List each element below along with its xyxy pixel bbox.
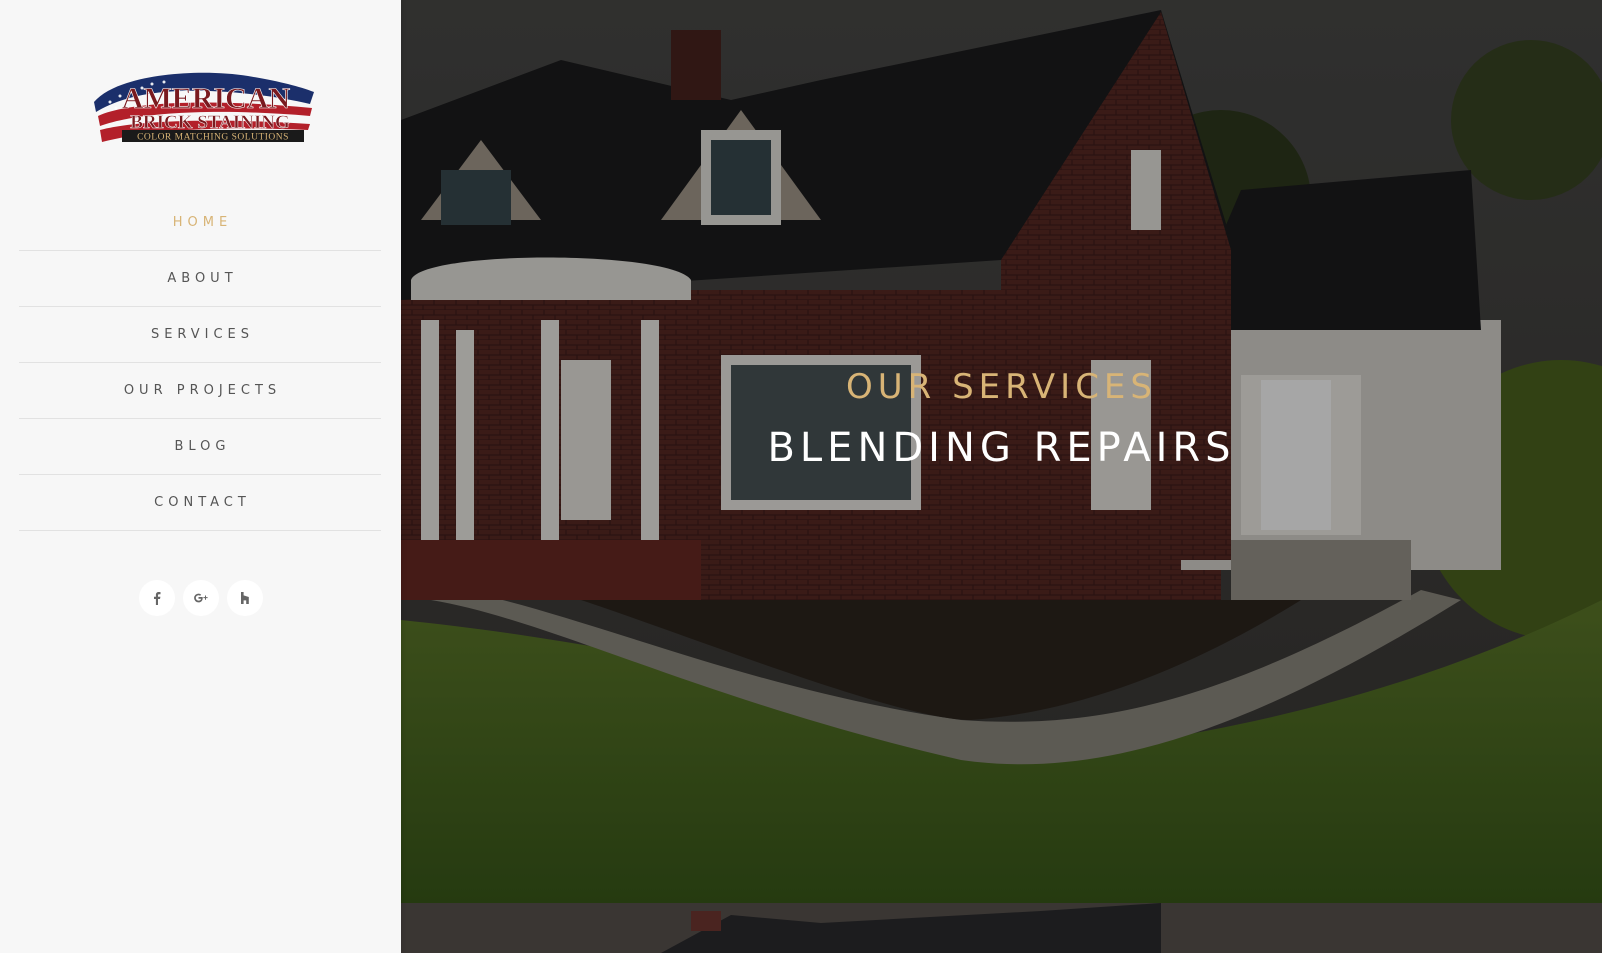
houzz-icon[interactable] [226, 580, 263, 616]
hero-slide: OUR SERVICES BLENDING REPAIRS [401, 0, 1602, 903]
logo-text-american: AMERICAN [122, 82, 291, 115]
hero-title: BLENDING REPAIRS [767, 425, 1236, 471]
brand-logo[interactable]: AMERICAN BRICK STAINING COLOR MATCHING S… [88, 72, 316, 152]
nav-item-about[interactable]: ABOUT [19, 251, 381, 307]
nav-item-our-projects[interactable]: OUR PROJECTS [19, 363, 381, 419]
nav-item-contact[interactable]: CONTACT [19, 475, 381, 531]
logo-text-tagline: COLOR MATCHING SOLUTIONS [137, 133, 289, 143]
nav-item-services[interactable]: SERVICES [19, 307, 381, 363]
nav-item-blog[interactable]: BLOG [19, 419, 381, 475]
sidebar: AMERICAN BRICK STAINING COLOR MATCHING S… [0, 0, 401, 953]
hero-subtitle: OUR SERVICES [846, 367, 1157, 407]
next-slide-peek [401, 903, 1602, 953]
logo-graphic: AMERICAN BRICK STAINING COLOR MATCHING S… [94, 72, 314, 143]
hero-caption: OUR SERVICES BLENDING REPAIRS [401, 367, 1602, 471]
nav-item-home[interactable]: HOME [19, 195, 381, 251]
google-plus-glyph [193, 593, 208, 603]
next-slide-image [401, 903, 1602, 953]
houzz-glyph [240, 592, 249, 604]
main-nav: HOME ABOUT SERVICES OUR PROJECTS BLOG CO… [19, 195, 381, 531]
logo-text-brick-staining: BRICK STAINING [130, 112, 290, 133]
social-links [0, 580, 401, 616]
facebook-icon[interactable] [138, 580, 175, 616]
google-plus-icon[interactable] [182, 580, 219, 616]
facebook-glyph [153, 592, 160, 605]
